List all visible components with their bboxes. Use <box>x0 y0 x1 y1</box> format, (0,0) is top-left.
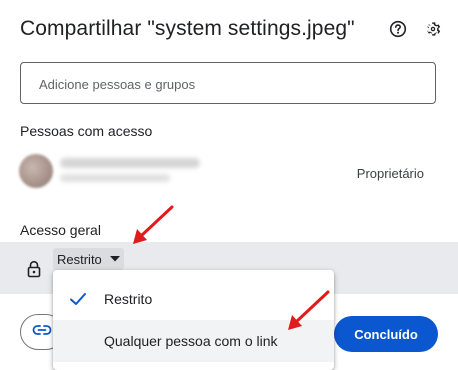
people-with-access-label: Pessoas com acesso <box>20 123 153 139</box>
help-icon[interactable] <box>388 19 408 39</box>
annotation-arrow-to-dropdown <box>133 205 174 244</box>
lock-icon <box>22 257 46 281</box>
add-people-placeholder: Adicione pessoas e grupos <box>39 77 196 92</box>
menu-item-restricted[interactable]: Restrito <box>53 278 334 320</box>
dialog-title: Compartilhar "system settings.jpeg" <box>20 17 355 40</box>
done-button[interactable]: Concluído <box>334 316 438 352</box>
link-icon <box>32 323 52 341</box>
menu-item-label: Qualquer pessoa com o link <box>104 333 278 349</box>
menu-item-anyone-with-link[interactable]: Qualquer pessoa com o link <box>53 320 334 362</box>
check-icon <box>70 293 86 305</box>
redacted-user-email <box>60 174 170 182</box>
add-people-input[interactable]: Adicione pessoas e grupos <box>20 62 436 104</box>
caret-down-icon <box>109 256 120 262</box>
menu-item-label: Restrito <box>104 291 153 307</box>
general-access-selected: Restrito <box>57 251 102 267</box>
avatar <box>19 154 53 188</box>
owner-role-label: Proprietário <box>356 166 424 181</box>
general-access-label: Acesso geral <box>20 222 101 238</box>
share-dialog: Compartilhar "system settings.jpeg" Adic… <box>0 0 458 370</box>
redacted-user-name <box>60 158 200 168</box>
gear-icon[interactable] <box>423 19 443 39</box>
general-access-dropdown[interactable]: Restrito <box>53 248 124 270</box>
general-access-menu: Restrito Qualquer pessoa com o link <box>53 270 334 370</box>
